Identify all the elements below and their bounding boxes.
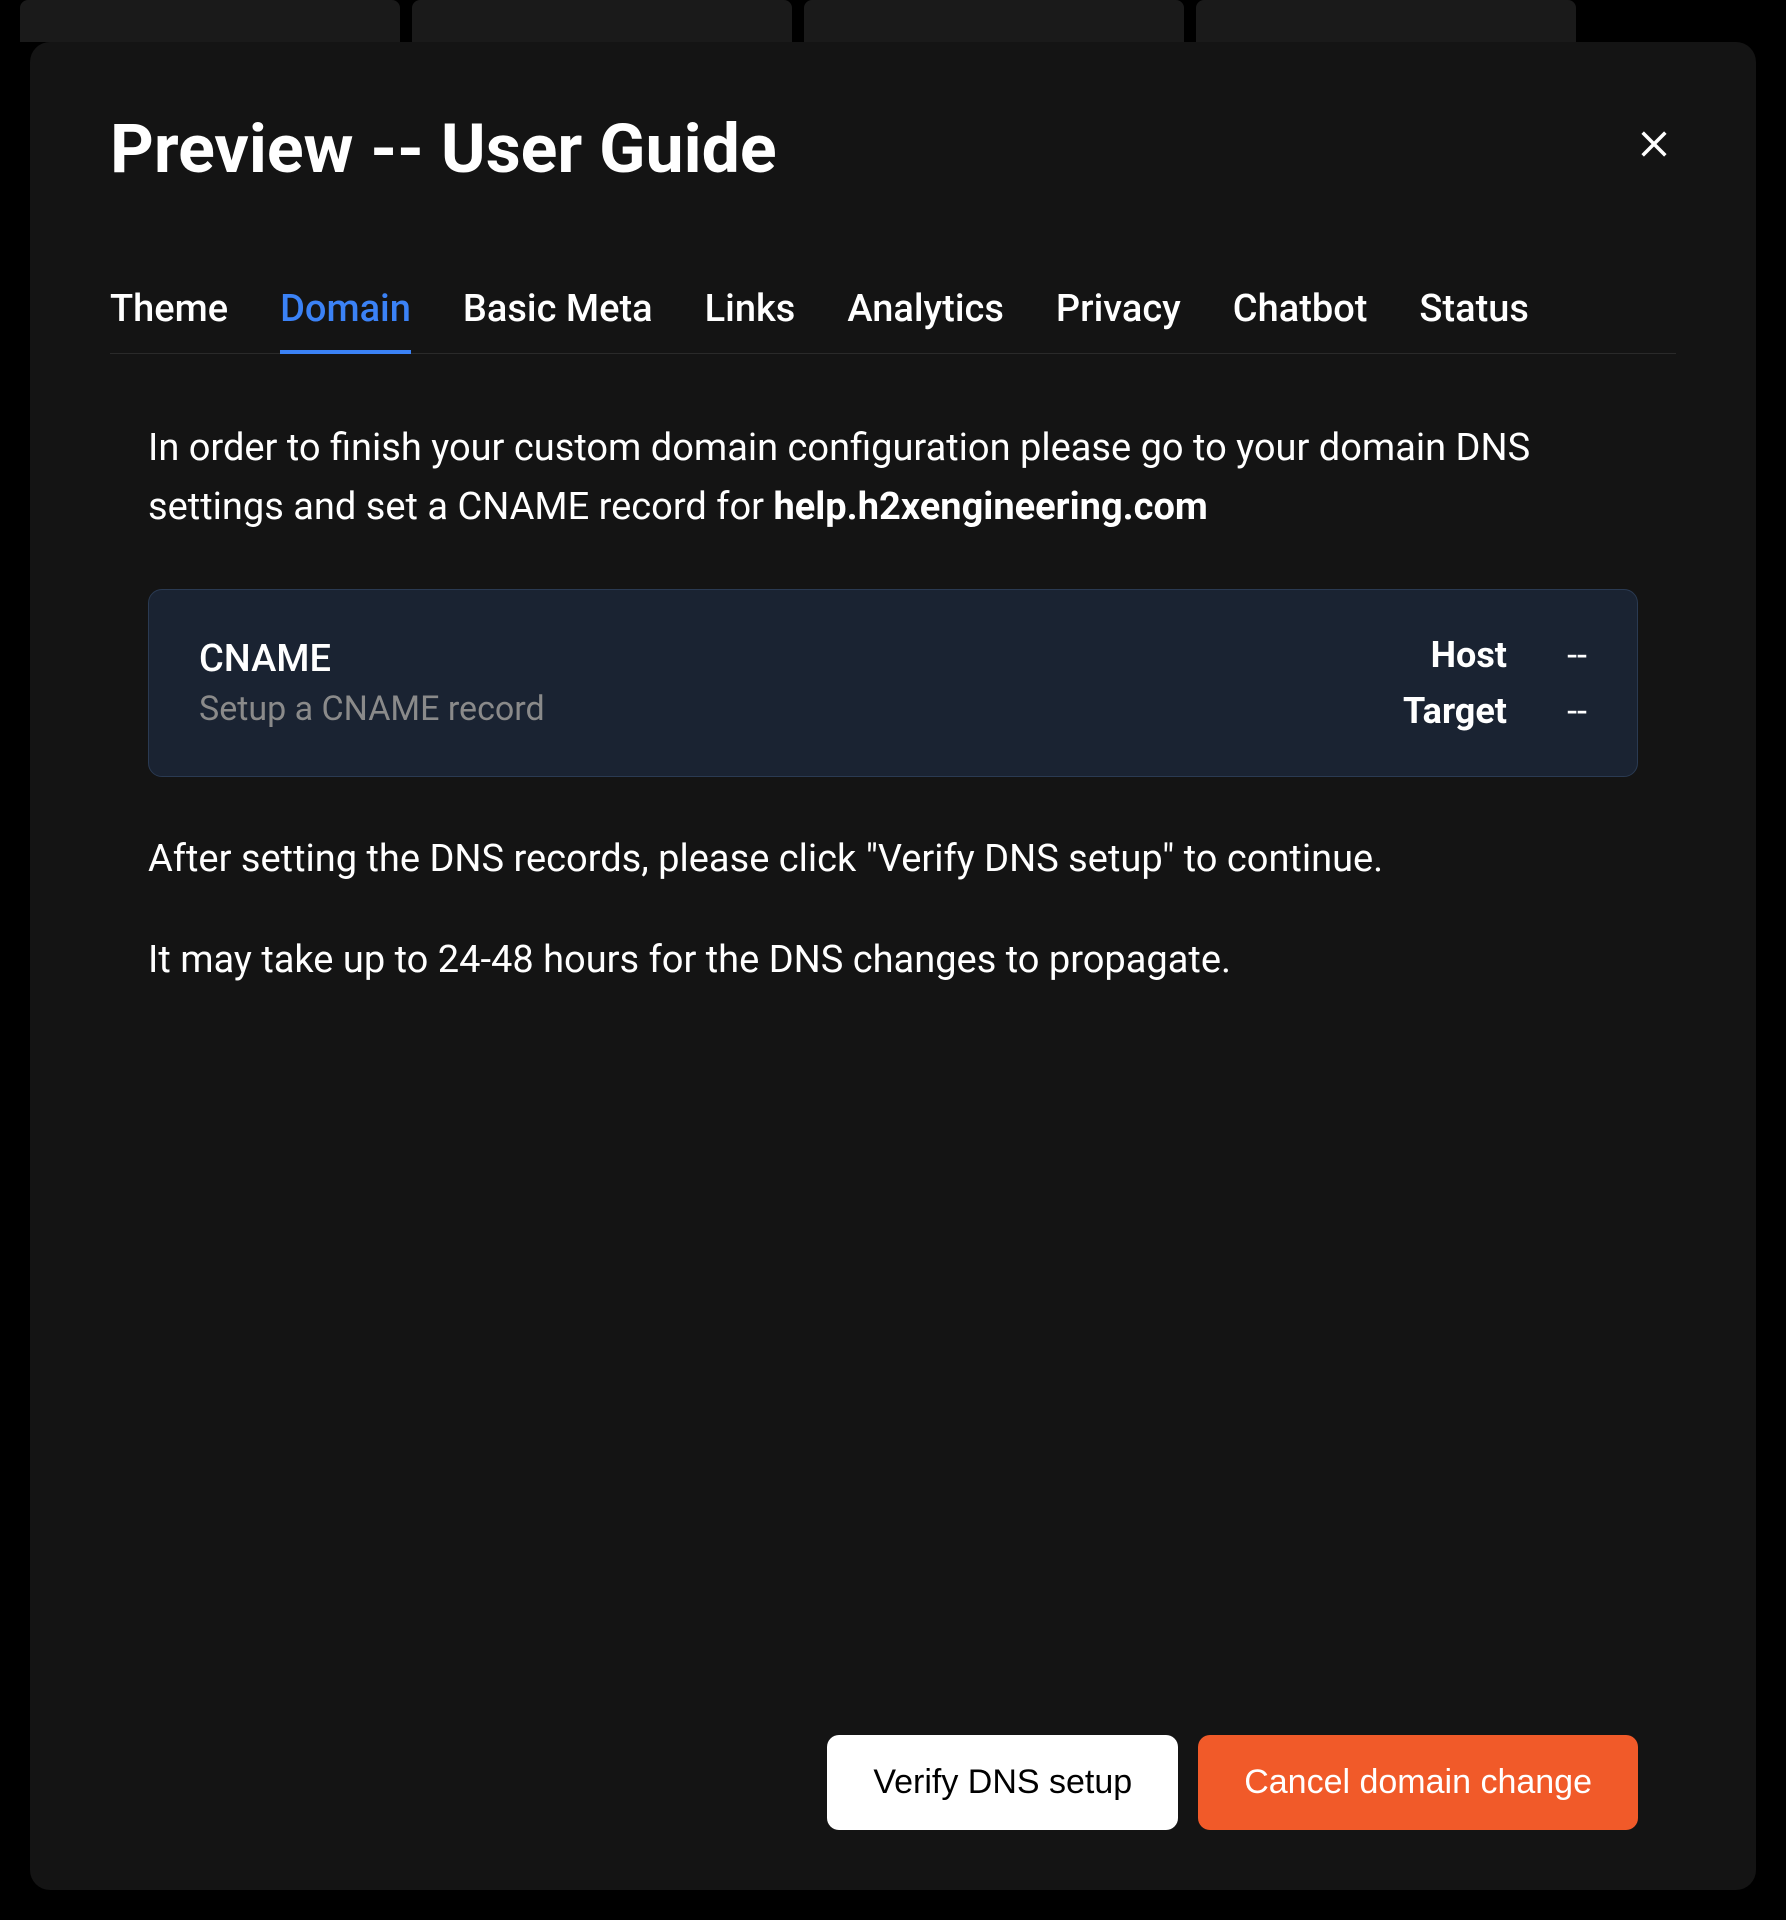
host-label: Host xyxy=(1431,634,1507,676)
tab-analytics[interactable]: Analytics xyxy=(847,287,1004,353)
cancel-domain-button[interactable]: Cancel domain change xyxy=(1198,1735,1638,1830)
modal-title: Preview -- User Guide xyxy=(110,112,777,187)
tab-links[interactable]: Links xyxy=(705,287,796,353)
target-value: -- xyxy=(1547,690,1587,732)
close-button[interactable] xyxy=(1632,122,1676,166)
background-tab xyxy=(804,0,1184,42)
tab-bar: Theme Domain Basic Meta Links Analytics … xyxy=(110,287,1676,354)
background-tabs xyxy=(0,0,1786,42)
tab-status[interactable]: Status xyxy=(1419,287,1529,353)
target-label: Target xyxy=(1403,690,1507,732)
close-icon xyxy=(1637,127,1671,161)
tab-content: In order to finish your custom domain co… xyxy=(110,354,1676,1830)
cname-card: CNAME Setup a CNAME record Host -- Targe… xyxy=(148,589,1638,777)
cname-host-row: Host -- xyxy=(1431,634,1587,676)
background-tab xyxy=(412,0,792,42)
tab-privacy[interactable]: Privacy xyxy=(1056,287,1181,353)
verify-dns-button[interactable]: Verify DNS setup xyxy=(827,1735,1178,1830)
cname-title: CNAME xyxy=(199,637,545,681)
settings-modal: Preview -- User Guide Theme Domain Basic… xyxy=(30,42,1756,1890)
dns-instruction: In order to finish your custom domain co… xyxy=(148,419,1638,537)
cname-left: CNAME Setup a CNAME record xyxy=(199,637,545,729)
tab-basic-meta[interactable]: Basic Meta xyxy=(463,287,653,353)
cname-right: Host -- Target -- xyxy=(1403,634,1587,732)
host-value: -- xyxy=(1547,634,1587,676)
background-tab xyxy=(20,0,400,42)
modal-header: Preview -- User Guide xyxy=(110,112,1676,187)
tab-theme[interactable]: Theme xyxy=(110,287,228,353)
cname-target-row: Target -- xyxy=(1403,690,1587,732)
tab-domain[interactable]: Domain xyxy=(280,287,411,353)
propagation-note: It may take up to 24-48 hours for the DN… xyxy=(148,932,1638,989)
verify-instruction: After setting the DNS records, please cl… xyxy=(148,831,1638,888)
domain-name: help.h2xengineering.com xyxy=(773,485,1207,529)
cname-subtitle: Setup a CNAME record xyxy=(199,689,545,729)
background-tab xyxy=(1196,0,1576,42)
tab-chatbot[interactable]: Chatbot xyxy=(1233,287,1368,353)
modal-footer: Verify DNS setup Cancel domain change xyxy=(148,1735,1638,1830)
